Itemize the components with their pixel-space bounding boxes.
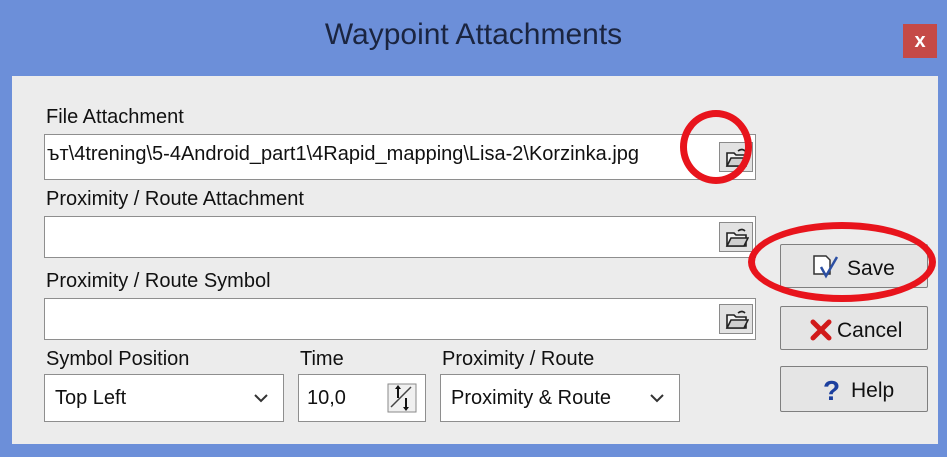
folder-open-icon: [725, 310, 749, 329]
dialog-title: Waypoint Attachments: [324, 18, 623, 51]
file-attachment-browse-button[interactable]: [719, 142, 753, 172]
spinner-arrows-icon: [387, 383, 417, 413]
proximity-attachment-field[interactable]: [44, 216, 756, 258]
proximity-route-select[interactable]: Proximity & Route: [440, 374, 680, 422]
chevron-down-icon: [650, 394, 664, 403]
red-x-icon: [810, 319, 832, 341]
waypoint-attachments-dialog: Waypoint Attachments x File Attachment ъ…: [0, 0, 947, 457]
symbol-position-select[interactable]: Top Left: [44, 374, 284, 422]
folder-open-icon: [725, 148, 749, 167]
proximity-symbol-field[interactable]: [44, 298, 756, 340]
svg-text:?: ?: [823, 376, 840, 404]
symbol-position-label: Symbol Position: [46, 348, 190, 370]
proximity-route-value: Proximity & Route: [451, 387, 612, 409]
help-button-label: Help: [851, 379, 895, 402]
file-attachment-value: ът\4trening\5-4Android_part1\4Rapid_mapp…: [47, 143, 640, 165]
time-field[interactable]: 10,0: [298, 374, 426, 422]
time-value: 10,0: [307, 387, 346, 409]
proximity-attachment-label: Proximity / Route Attachment: [46, 188, 304, 210]
question-mark-icon: ?: [823, 376, 840, 404]
folder-open-icon: [725, 228, 749, 247]
cancel-button-label: Cancel: [837, 319, 903, 342]
save-button-label: Save: [847, 257, 895, 280]
chevron-down-icon: [254, 394, 268, 403]
proximity-attachment-browse-button[interactable]: [719, 222, 753, 252]
close-button[interactable]: x: [903, 24, 937, 58]
save-check-icon: [813, 255, 839, 279]
symbol-position-value: Top Left: [55, 387, 127, 409]
help-button[interactable]: ? Help: [780, 366, 928, 412]
cancel-button[interactable]: Cancel: [780, 306, 928, 350]
time-spinner[interactable]: [387, 383, 417, 413]
file-attachment-field[interactable]: ът\4trening\5-4Android_part1\4Rapid_mapp…: [44, 134, 756, 180]
proximity-symbol-label: Proximity / Route Symbol: [46, 270, 271, 292]
proximity-symbol-browse-button[interactable]: [719, 304, 753, 334]
file-attachment-label: File Attachment: [46, 106, 184, 128]
save-button[interactable]: Save: [780, 244, 928, 288]
dialog-body: File Attachment ът\4trening\5-4Android_p…: [12, 76, 938, 444]
time-label: Time: [300, 348, 344, 370]
proximity-route-label: Proximity / Route: [442, 348, 595, 370]
title-bar[interactable]: Waypoint Attachments x: [0, 0, 947, 76]
